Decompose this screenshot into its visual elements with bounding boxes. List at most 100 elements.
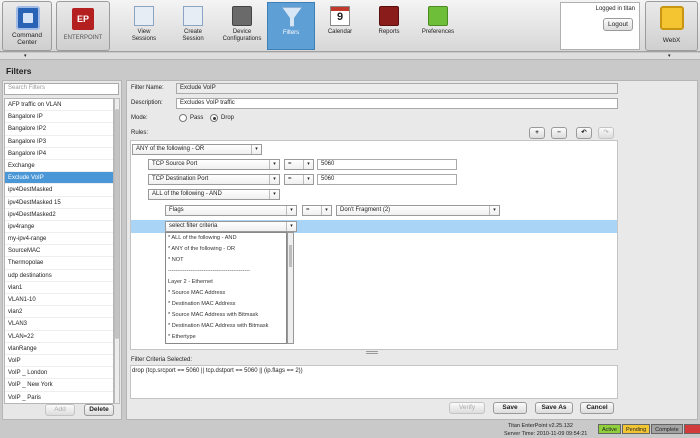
filter-list-item[interactable]: vlan2 bbox=[5, 306, 113, 319]
filter-list-item[interactable]: Thermopolae bbox=[5, 257, 113, 270]
filter-list-item[interactable]: VLAN3 bbox=[5, 318, 113, 331]
filter-list-item[interactable]: Exchange bbox=[5, 160, 113, 173]
verify-button[interactable]: Verify bbox=[449, 402, 485, 414]
save-button[interactable]: Save bbox=[493, 402, 527, 414]
group-rule-select[interactable]: ALL of the following - AND ▾ bbox=[148, 189, 280, 200]
collapse-handle-icon[interactable]: ▾ bbox=[24, 53, 27, 59]
criteria-option: Layer 2 - Ethernet bbox=[168, 279, 213, 285]
scrollbar-thumb[interactable] bbox=[115, 109, 119, 339]
filter-list-item[interactable]: Bangalore IP bbox=[5, 111, 113, 124]
filter-list-item[interactable]: udp destinations bbox=[5, 270, 113, 282]
nav-reports[interactable]: Reports bbox=[365, 2, 413, 50]
save-as-button[interactable]: Save As bbox=[535, 402, 573, 414]
filter-criteria-select[interactable]: select filter criteria ▾ bbox=[165, 221, 297, 232]
enterpoint-logo: EP bbox=[72, 8, 94, 30]
nav-label: Filters bbox=[282, 30, 300, 36]
add-rule-button[interactable]: + bbox=[529, 127, 545, 139]
flags-field-select[interactable]: Flags ▾ bbox=[165, 205, 297, 216]
filter-list-scrollbar[interactable] bbox=[114, 98, 120, 404]
nav-preferences[interactable]: Preferences bbox=[414, 2, 462, 50]
create-session-icon bbox=[183, 6, 203, 26]
webx-button[interactable]: WebX bbox=[645, 1, 698, 51]
enterpoint-button[interactable]: EP ENTERPOINT bbox=[56, 1, 110, 51]
description-field[interactable]: Excludes VoIP traffic bbox=[176, 98, 618, 109]
nav-calendar[interactable]: 9 Calendar bbox=[316, 2, 364, 50]
search-input[interactable]: Search Filters bbox=[4, 83, 119, 95]
device-config-icon bbox=[232, 6, 252, 26]
add-filter-button[interactable]: Add bbox=[45, 404, 75, 416]
filter-list-item[interactable]: SourceMAC bbox=[5, 245, 113, 258]
criteria-option[interactable]: * Source MAC Address with Bitmask bbox=[166, 310, 286, 321]
nav-view-sessions[interactable]: View Sessions bbox=[120, 2, 168, 50]
criteria-option[interactable]: * Destination MAC Address bbox=[166, 299, 286, 310]
filter-list-item[interactable]: vlan1 bbox=[5, 282, 113, 294]
criteria-label: Filter Criteria Selected: bbox=[131, 357, 193, 363]
mode-drop-radio[interactable] bbox=[210, 114, 218, 122]
filter-list-item[interactable]: ipv4DestMasked bbox=[5, 184, 113, 197]
rule-1-operator-select[interactable]: = ▾ bbox=[284, 159, 314, 170]
flags-value-select[interactable]: Don't Fragment (2) ▾ bbox=[336, 205, 500, 216]
rule-2-value-field[interactable]: 5060 bbox=[317, 174, 457, 185]
chevron-down-icon: ▾ bbox=[269, 160, 279, 169]
filter-list-item[interactable]: vlanRange bbox=[5, 343, 113, 355]
filter-name-field[interactable]: Exclude VoIP bbox=[176, 83, 618, 94]
rule-1-field-select[interactable]: TCP Source Port ▾ bbox=[148, 159, 280, 170]
dropdown-scrollbar[interactable] bbox=[287, 232, 294, 344]
page-title: Filters bbox=[6, 66, 32, 76]
filter-list-item[interactable]: VoIP bbox=[5, 355, 113, 368]
criteria-option[interactable]: * ALL of the following - AND bbox=[166, 233, 286, 244]
logout-button[interactable]: Logout bbox=[603, 18, 633, 31]
rule-2-operator-select[interactable]: = ▾ bbox=[284, 174, 314, 185]
scrollbar-thumb[interactable] bbox=[289, 245, 292, 267]
criteria-option[interactable]: * Ethertype bbox=[166, 332, 286, 343]
description-label: Description: bbox=[131, 100, 163, 106]
nav-label: Device Configurations bbox=[222, 29, 262, 42]
splitter-handle[interactable] bbox=[366, 351, 378, 354]
rule-1-value-field[interactable]: 5060 bbox=[317, 159, 457, 170]
user-panel: Logged in titan Logout bbox=[560, 2, 640, 50]
chevron-down-icon: ▾ bbox=[303, 160, 313, 169]
remove-rule-button[interactable]: − bbox=[551, 127, 567, 139]
view-sessions-icon bbox=[134, 6, 154, 26]
criteria-option[interactable]: * ANY of the following - OR bbox=[166, 244, 286, 255]
root-rule-select[interactable]: ANY of the following - OR ▾ bbox=[132, 144, 262, 155]
filter-list-item[interactable]: VoIP _ New York bbox=[5, 379, 113, 392]
filter-list-item[interactable]: my-ipv4-range bbox=[5, 233, 113, 246]
nav-device-configurations[interactable]: Device Configurations bbox=[218, 2, 266, 50]
filter-list-item[interactable]: VoIP _ Paris bbox=[5, 392, 113, 403]
cancel-button[interactable]: Cancel bbox=[580, 402, 614, 414]
filter-list-item[interactable]: VLAN=22 bbox=[5, 331, 113, 343]
filter-list-item[interactable]: Bangalore IP2 bbox=[5, 123, 113, 136]
filter-list-item[interactable]: Exclude VoIP bbox=[5, 172, 113, 185]
command-center-button[interactable]: Command Center bbox=[2, 1, 52, 51]
filter-list-item[interactable]: ipv4DestMasked2 bbox=[5, 209, 113, 221]
flags-operator-select[interactable]: = ▾ bbox=[302, 205, 332, 216]
webx-icon bbox=[660, 6, 684, 30]
redo-button[interactable]: ↷ bbox=[598, 127, 614, 139]
criteria-option[interactable]: * Destination MAC Address with Bitmask bbox=[166, 321, 286, 332]
chevron-down-icon: ▾ bbox=[286, 222, 296, 231]
undo-button[interactable]: ↶ bbox=[576, 127, 592, 139]
rule-2-field-select[interactable]: TCP Destination Port ▾ bbox=[148, 174, 280, 185]
status-active: Active bbox=[598, 424, 621, 434]
filter-list-item[interactable]: VoIP _ London bbox=[5, 367, 113, 380]
nav-create-session[interactable]: Create Session bbox=[169, 2, 217, 50]
mode-pass-radio[interactable] bbox=[179, 114, 187, 122]
filter-list-item[interactable]: ipv4DestMasked 15 bbox=[5, 197, 113, 209]
chevron-down-icon: ▾ bbox=[251, 145, 261, 154]
nav-filters[interactable]: Filters bbox=[267, 2, 315, 50]
filter-list-item[interactable]: VLAN1-10 bbox=[5, 294, 113, 307]
preferences-icon bbox=[428, 6, 448, 26]
filter-list-item[interactable]: Bangalore IP4 bbox=[5, 148, 113, 160]
collapse-handle-icon-right[interactable]: ▾ bbox=[668, 53, 671, 59]
criteria-option[interactable]: * Source MAC Address bbox=[166, 288, 286, 299]
chevron-down-icon: ▾ bbox=[303, 175, 313, 184]
filter-list-item[interactable]: Bangalore IP3 bbox=[5, 136, 113, 148]
filter-list-item[interactable]: ipv4range bbox=[5, 221, 113, 234]
mode-pass-label: Pass bbox=[190, 115, 204, 121]
filter-name-label: Filter Name: bbox=[131, 85, 164, 91]
filter-list-item[interactable]: AFP traffic on VLAN bbox=[5, 99, 113, 112]
delete-filter-button[interactable]: Delete bbox=[84, 404, 114, 416]
criteria-option[interactable]: * NOT bbox=[166, 255, 286, 266]
nav-label: View Sessions bbox=[131, 29, 157, 42]
